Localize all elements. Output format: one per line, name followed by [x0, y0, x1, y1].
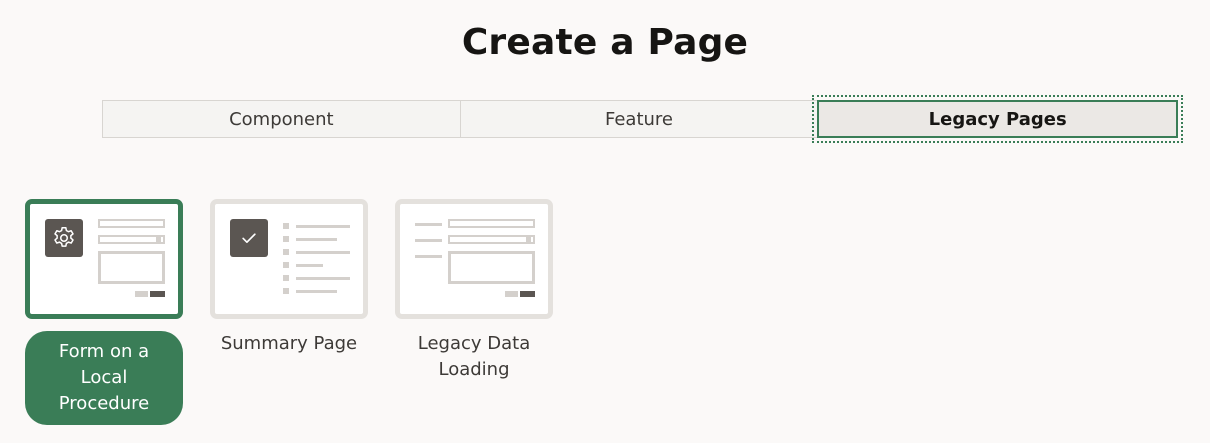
card-thumbnail [395, 199, 553, 319]
card-legacy-data-loading[interactable]: Legacy Data Loading [395, 199, 553, 383]
check-icon [230, 219, 268, 257]
card-label: Legacy Data Loading [417, 333, 531, 380]
page-title: Create a Page [461, 22, 749, 63]
card-summary-page[interactable]: Summary Page [210, 199, 368, 357]
card-label: Summary Page [220, 333, 358, 354]
card-label: Form on a Local Procedure [25, 331, 183, 425]
card-form-on-local-procedure[interactable]: Form on a Local Procedure [25, 199, 183, 425]
tab-feature[interactable]: Feature [459, 100, 819, 138]
gear-icon [45, 219, 83, 257]
page-type-tabs: Component Feature Legacy Pages [102, 95, 1184, 143]
tab-legacy-pages[interactable]: Legacy Pages [812, 95, 1184, 143]
card-thumbnail [25, 199, 183, 319]
card-thumbnail [210, 199, 368, 319]
tab-component[interactable]: Component [102, 100, 461, 138]
